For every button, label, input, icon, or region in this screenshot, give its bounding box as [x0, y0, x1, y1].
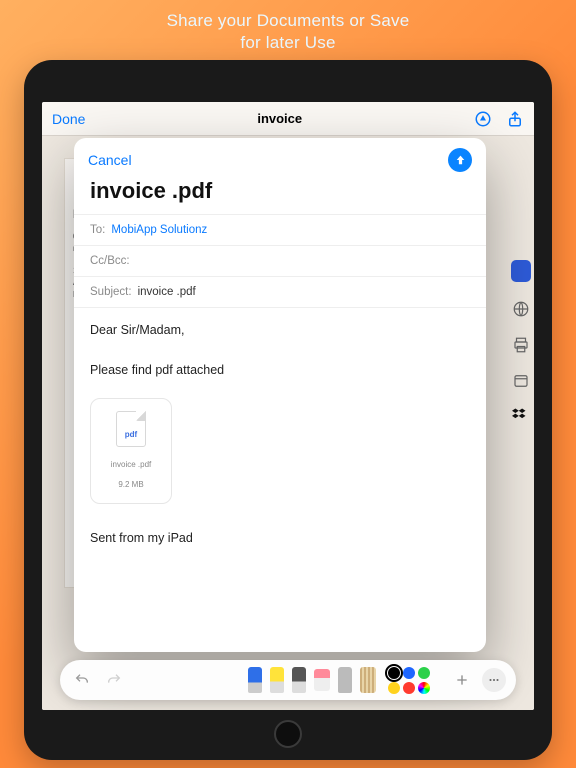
- share-icon[interactable]: [506, 110, 524, 128]
- app-store-promo-frame: Share your Documents or Save for later U…: [0, 0, 576, 768]
- attachment-chip[interactable]: pdf invoice .pdf 9.2 MB: [90, 398, 172, 504]
- cc-label: Cc/Bcc:: [90, 255, 130, 267]
- plus-icon[interactable]: [450, 668, 474, 692]
- markup-circle-icon[interactable]: [474, 110, 492, 128]
- pencil-tool[interactable]: [292, 667, 306, 693]
- lasso-tool[interactable]: [338, 667, 352, 693]
- cc-bcc-field[interactable]: Cc/Bcc:: [74, 245, 486, 276]
- ipad-screen: Done invoice INVOICE 01 min: [42, 102, 534, 710]
- subject-field[interactable]: Subject: invoice .pdf: [74, 276, 486, 307]
- to-field[interactable]: To: MobiApp Solutionz: [74, 214, 486, 245]
- compose-body[interactable]: Dear Sir/Madam, Please find pdf attached…: [74, 307, 486, 652]
- body-greeting: Dear Sir/Madam,: [90, 320, 470, 340]
- undo-icon[interactable]: [70, 668, 94, 692]
- window-icon[interactable]: [512, 372, 530, 390]
- pdf-badge: pdf: [117, 425, 145, 445]
- printer-icon[interactable]: [512, 336, 530, 354]
- dropbox-icon[interactable]: [512, 408, 530, 426]
- document-toolbar: Done invoice: [42, 102, 534, 136]
- pen-tool[interactable]: [248, 667, 262, 693]
- body-line: Please find pdf attached: [90, 360, 470, 380]
- redo-icon[interactable]: [102, 668, 126, 692]
- eraser-tool[interactable]: [314, 669, 330, 691]
- share-sheet-side-icons: [508, 252, 534, 434]
- done-button[interactable]: Done: [52, 111, 85, 127]
- ellipsis-icon[interactable]: [482, 668, 506, 692]
- promo-caption: Share your Documents or Save for later U…: [167, 0, 410, 60]
- attachment-size: 9.2 MB: [97, 475, 165, 495]
- to-value[interactable]: MobiApp Solutionz: [111, 224, 207, 236]
- signature: Sent from my iPad: [90, 528, 470, 548]
- subject-value[interactable]: invoice .pdf: [138, 286, 196, 298]
- promo-line-2: for later Use: [167, 32, 410, 54]
- ruler-tool[interactable]: [360, 667, 376, 693]
- cancel-button[interactable]: Cancel: [88, 152, 132, 168]
- highlighter-tool[interactable]: [270, 667, 284, 693]
- attachment-name: invoice .pdf: [97, 455, 165, 475]
- color-black[interactable]: [388, 667, 400, 679]
- globe-icon[interactable]: [512, 300, 530, 318]
- promo-line-1: Share your Documents or Save: [167, 10, 410, 32]
- pdf-file-icon: pdf: [116, 411, 146, 447]
- markup-toolbar: [60, 660, 516, 700]
- color-blue[interactable]: [403, 667, 415, 679]
- ipad-home-button: [274, 720, 302, 748]
- document-title: invoice: [257, 111, 302, 126]
- compose-title: invoice .pdf: [74, 176, 486, 214]
- send-button[interactable]: [448, 148, 472, 172]
- app-badge-icon[interactable]: [511, 260, 531, 282]
- ipad-device-frame: Done invoice INVOICE 01 min: [24, 60, 552, 760]
- color-red[interactable]: [403, 682, 415, 694]
- color-swatches: [388, 667, 442, 694]
- color-yellow[interactable]: [388, 682, 400, 694]
- to-label: To:: [90, 224, 105, 236]
- subject-label: Subject:: [90, 286, 132, 298]
- color-green[interactable]: [418, 667, 430, 679]
- mail-compose-sheet: Cancel invoice .pdf To: MobiApp Solution…: [74, 138, 486, 652]
- color-picker-icon[interactable]: [418, 682, 430, 694]
